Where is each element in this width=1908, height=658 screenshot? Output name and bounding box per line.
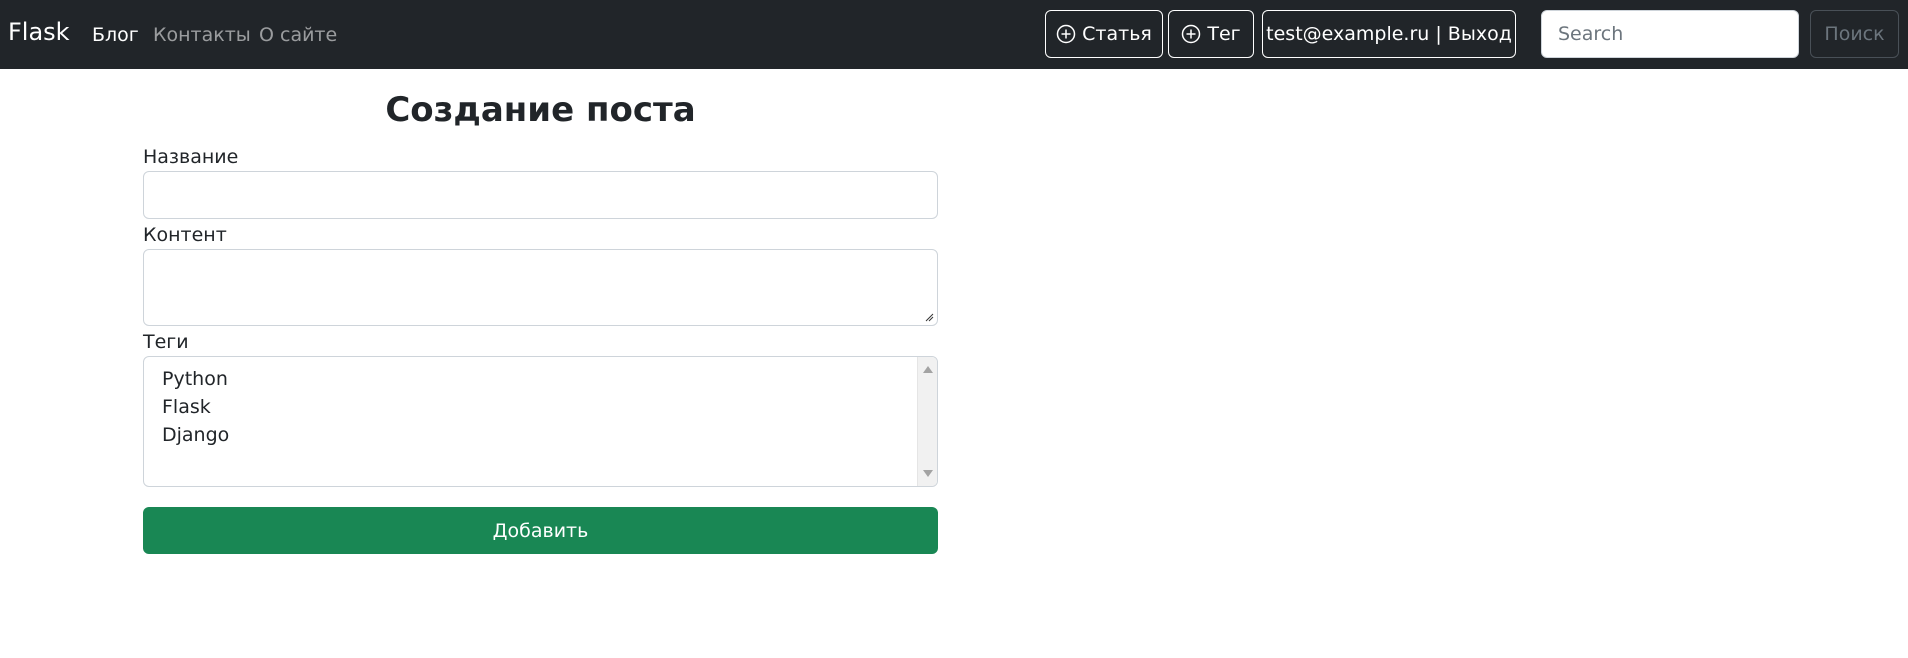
- name-label: Название: [143, 146, 239, 168]
- plus-circle-icon: [1056, 24, 1076, 44]
- tag-option-python[interactable]: Python: [162, 368, 228, 390]
- submit-button[interactable]: Добавить: [143, 507, 938, 554]
- search-input[interactable]: [1541, 10, 1799, 58]
- nav-link-contacts[interactable]: Контакты: [153, 24, 251, 46]
- tag-option-django[interactable]: Django: [162, 424, 229, 446]
- tags-multiselect[interactable]: Python Flask Django: [143, 356, 938, 487]
- content-textarea[interactable]: [143, 249, 938, 326]
- user-logout-label: test@example.ru | Выход: [1266, 23, 1512, 45]
- add-article-button[interactable]: Статья: [1045, 10, 1163, 58]
- scroll-up-icon[interactable]: [923, 366, 933, 373]
- plus-circle-icon: [1182, 24, 1201, 44]
- add-tag-button[interactable]: Тег: [1168, 10, 1254, 58]
- resize-grip-icon[interactable]: [924, 312, 934, 322]
- name-field[interactable]: [143, 171, 938, 219]
- navbar: Flask Блог Контакты О сайте Статья Тег t…: [0, 0, 1908, 69]
- add-tag-label: Тег: [1207, 23, 1241, 45]
- nav-link-about[interactable]: О сайте: [259, 24, 337, 46]
- nav-link-blog[interactable]: Блог: [92, 24, 139, 46]
- scrollbar[interactable]: [917, 357, 937, 486]
- content-label: Контент: [143, 224, 227, 246]
- add-article-label: Статья: [1082, 23, 1152, 45]
- page-title: Создание поста: [385, 90, 696, 130]
- logout-button[interactable]: test@example.ru | Выход: [1262, 10, 1516, 58]
- brand-logo[interactable]: Flask: [8, 18, 70, 46]
- scroll-down-icon[interactable]: [923, 470, 933, 477]
- tags-label: Теги: [143, 331, 189, 353]
- search-button[interactable]: Поиск: [1810, 10, 1899, 58]
- tag-option-flask[interactable]: Flask: [162, 396, 211, 418]
